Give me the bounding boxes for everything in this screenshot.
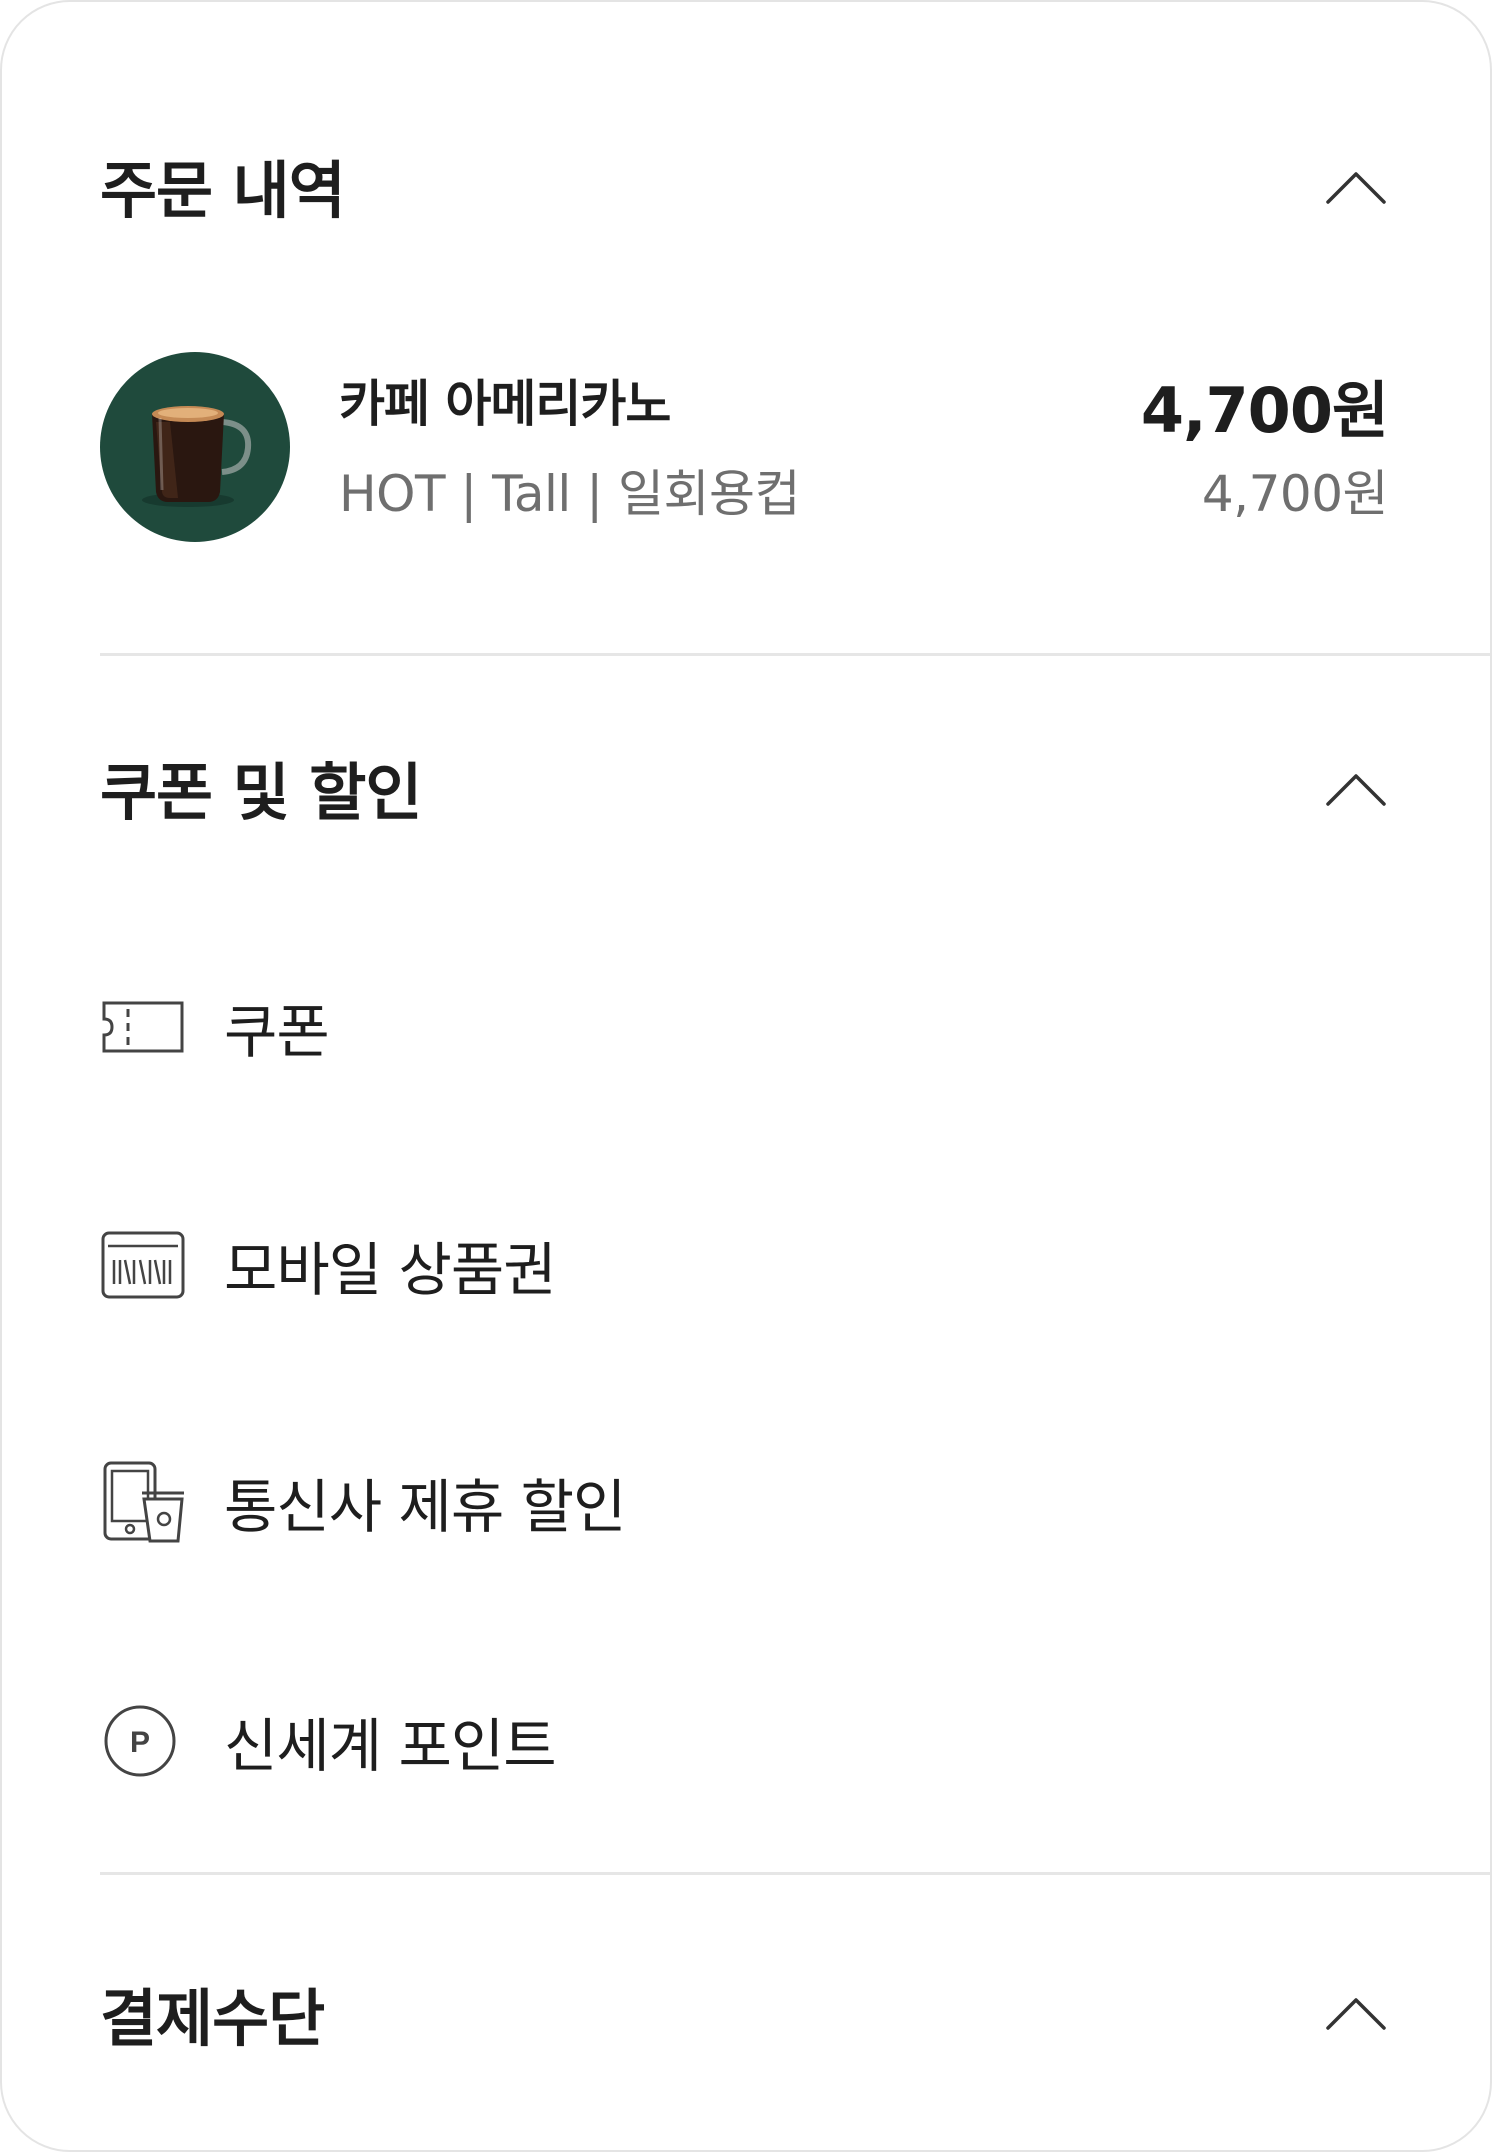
chevron-up-icon[interactable]: [1324, 1992, 1388, 2032]
chevron-up-icon[interactable]: [1324, 768, 1388, 808]
divider: [100, 1872, 1490, 1875]
item-options: HOT | Tall | 일회용컵: [339, 465, 800, 523]
coupon-discount-title: 쿠폰 및 할인: [100, 756, 422, 829]
coupon-row[interactable]: 쿠폰: [100, 972, 1300, 1082]
item-unit-price: 4,700원: [1201, 465, 1389, 523]
point-p-icon: P: [104, 1705, 176, 1777]
mobile-voucher-label: 모바일 상품권: [224, 1236, 557, 1304]
telecom-discount-row[interactable]: 통신사 제휴 할인: [100, 1447, 1300, 1557]
chevron-up-icon[interactable]: [1324, 166, 1388, 206]
order-history-title: 주문 내역: [100, 154, 346, 227]
coffee-mug-icon: [142, 406, 252, 507]
payment-method-title: 결제수단: [100, 1982, 325, 2055]
shinsegae-point-label: 신세계 포인트: [224, 1712, 557, 1780]
svg-text:P: P: [130, 1726, 150, 1759]
mobile-voucher-row[interactable]: 모바일 상품권: [100, 1210, 1300, 1320]
americano-thumbnail: [100, 352, 290, 542]
order-summary-card: 주문 내역 카페 아메리카노 HOT | Tall | 일회용컵 4,700원 …: [0, 0, 1492, 2152]
coupon-label: 쿠폰: [224, 998, 330, 1066]
barcode-voucher-icon: [101, 1231, 185, 1299]
item-name: 카페 아메리카노: [339, 375, 671, 433]
shinsegae-point-row[interactable]: P 신세계 포인트: [100, 1686, 1300, 1796]
telecom-discount-label: 통신사 제휴 할인: [224, 1473, 626, 1541]
phone-cup-icon: [103, 1461, 184, 1543]
item-total-price: 4,700원: [1140, 374, 1389, 447]
divider: [100, 653, 1490, 656]
coupon-ticket-icon: [102, 1001, 184, 1053]
